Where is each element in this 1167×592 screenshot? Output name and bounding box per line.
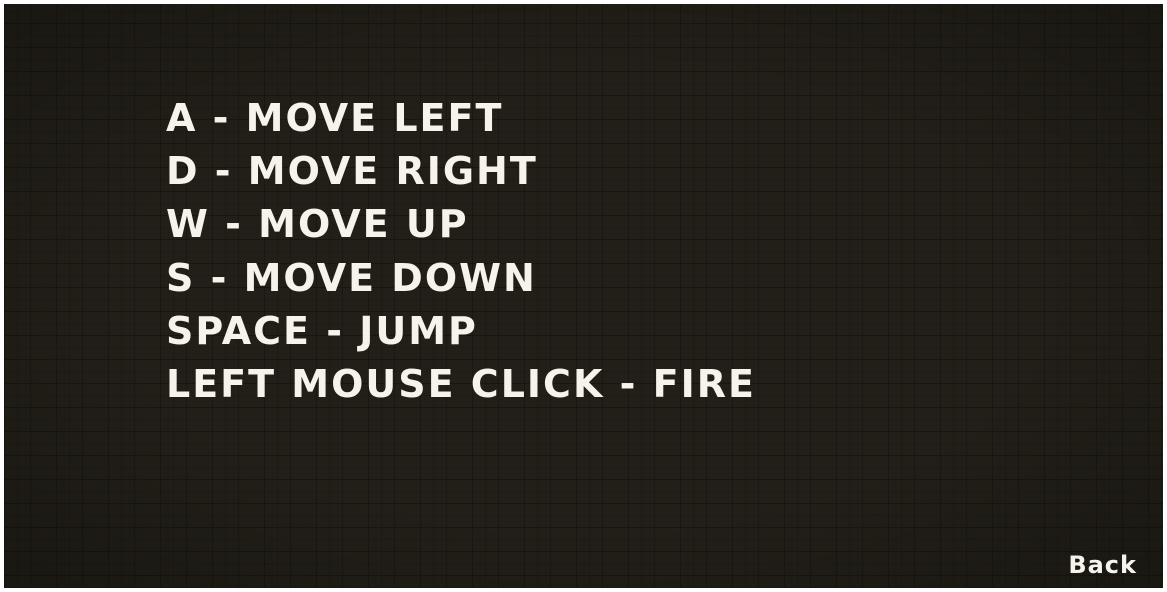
control-move-up: W - MOVE UP [166,202,469,247]
controls-screen: A - MOVE LEFT D - MOVE RIGHT W - MOVE UP… [4,4,1163,588]
control-move-right: D - MOVE RIGHT [166,149,538,194]
control-move-down: S - MOVE DOWN [166,255,537,300]
back-button[interactable]: Back [1068,550,1137,580]
control-move-left: A - MOVE LEFT [166,96,504,140]
control-jump: SPACE - JUMP [166,308,478,353]
controls-list: A - MOVE LEFT D - MOVE RIGHT W - MOVE UP… [166,92,756,411]
control-fire: LEFT MOUSE CLICK - FIRE [166,362,756,407]
